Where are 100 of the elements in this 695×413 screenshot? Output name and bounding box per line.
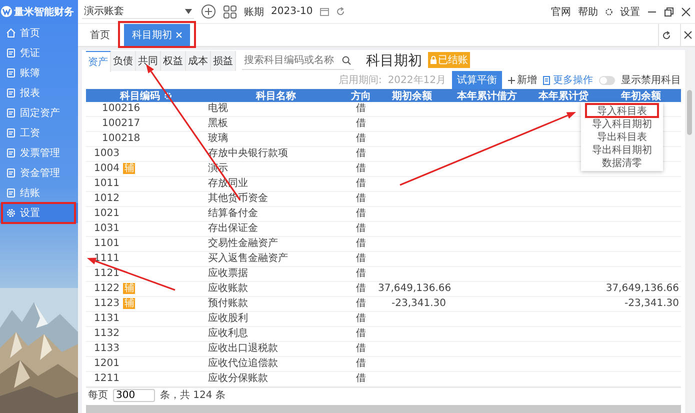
horizontal-scrollbar[interactable] <box>86 405 681 413</box>
table-cell-text: 1031 <box>93 222 120 236</box>
refresh-icon[interactable] <box>662 30 671 40</box>
column-header: 科目名称 <box>254 90 297 103</box>
table-cell-text: 借 <box>355 356 367 371</box>
page-tab[interactable]: 首页 <box>82 24 118 46</box>
table-cell-text: 借 <box>355 326 367 341</box>
table-cell-text: 1101 <box>93 236 120 251</box>
table-cell-text: 借 <box>355 252 367 266</box>
search-icon[interactable] <box>342 56 351 66</box>
search-field[interactable]: 搜索科目编码或名称 <box>242 52 354 70</box>
table-cell-text: 借 <box>355 192 367 206</box>
category-tab[interactable]: 权益 <box>161 50 186 71</box>
plus-icon <box>508 76 515 84</box>
table-cell-text: 100217 <box>101 116 142 131</box>
table-cell-text: 借 <box>355 342 367 356</box>
table-cell-text: 应收利息 <box>207 326 249 341</box>
table-cell-text: 1201 <box>93 356 120 371</box>
table-cell-text: 100218 <box>101 132 142 146</box>
calendar-icon[interactable] <box>320 7 329 16</box>
table-cell-text: 黑板 <box>207 116 229 131</box>
page-tab[interactable]: 科目期初 <box>124 24 190 46</box>
table-cell-text: 借 <box>355 296 367 311</box>
category-tab[interactable]: 共同 <box>136 50 161 71</box>
document-icon <box>6 108 16 118</box>
table-cell-text: 应收出口退税款 <box>207 342 279 356</box>
table-cell-text: 1111 <box>93 252 120 266</box>
grid-icon[interactable] <box>223 4 237 18</box>
table-cell-text: 借 <box>355 116 367 131</box>
table-cell-text: 交易性金融资产 <box>207 236 279 251</box>
menu-item[interactable]: 导出科目期初 <box>581 143 663 156</box>
table-cell-text: 借 <box>355 146 367 161</box>
add-button[interactable]: 新增 <box>508 73 537 88</box>
toggle-switch[interactable] <box>599 76 615 85</box>
table-cell-text: 1131 <box>93 312 120 326</box>
page-size-field[interactable]: 300 <box>113 388 155 402</box>
status-text: 已结账 <box>438 54 468 67</box>
table-cell-text: 1012 <box>93 192 120 206</box>
table-cell-text: 37,649,136.66 <box>604 282 680 296</box>
document-icon <box>6 88 16 98</box>
document-icon <box>6 168 16 178</box>
table-cell-text: 玻璃 <box>207 132 229 146</box>
more-actions-button[interactable]: 更多操作 <box>543 73 593 88</box>
table-cell-text: 借 <box>355 372 367 386</box>
table-cell-text: 借 <box>355 282 367 296</box>
table-cell-text: 1003 <box>93 146 120 161</box>
close-icon[interactable] <box>681 6 691 16</box>
table-cell-text: 1211 <box>93 372 120 386</box>
column-header: 期初余额 <box>391 89 433 103</box>
table-cell-text: 应收代位追偿款 <box>207 356 279 371</box>
table-cell-text: 借 <box>355 222 367 236</box>
add-circle-icon[interactable] <box>201 4 216 19</box>
period-value: 2022年12月 <box>388 74 446 88</box>
menu-item[interactable]: 数据清零 <box>581 156 663 169</box>
table-cell-text: 结算备付金 <box>207 206 259 221</box>
toggle-label: 显示禁用科目 <box>621 74 681 88</box>
gear-icon <box>6 208 16 218</box>
category-tab[interactable]: 负债 <box>111 50 136 71</box>
table-cell-text: 借 <box>355 236 367 251</box>
trial-balance-button[interactable]: 试算平衡 <box>452 71 502 90</box>
menu-item[interactable]: 导入科目表 <box>581 104 663 117</box>
restore-icon[interactable] <box>664 6 674 16</box>
pager-total: 条，共 124 条 <box>160 388 226 402</box>
menu-item[interactable]: 导出科目表 <box>581 130 663 143</box>
table-cell-text: 应收股利 <box>207 312 249 326</box>
column-header: 科目编码 <box>120 90 160 103</box>
close-icon[interactable] <box>684 31 692 39</box>
column-header: 本年累计贷 <box>537 90 590 103</box>
column-header: 年初余额 <box>620 89 662 103</box>
category-tab[interactable]: 资产 <box>86 50 111 72</box>
document-icon <box>6 148 16 158</box>
table-cell-text: 应收分保账款 <box>207 372 269 386</box>
account-dropdown[interactable]: 演示账套 <box>82 4 194 19</box>
table-cell-text: 100216 <box>101 102 142 116</box>
gear-icon[interactable] <box>605 8 613 16</box>
document-icon <box>6 128 16 138</box>
table-cell-text: 应收账款 <box>207 282 249 296</box>
table-cell-text: 电视 <box>207 102 229 116</box>
tag-badge: 辅 <box>123 163 136 174</box>
document-icon <box>6 48 16 58</box>
pager-label: 每页 <box>88 389 108 402</box>
table-cell-text: 37,649,136.66 <box>377 282 448 296</box>
top-link[interactable]: 设置 <box>620 4 640 18</box>
column-header: 本年累计借方 <box>456 89 518 103</box>
table-cell-text: 1132 <box>93 326 120 341</box>
table-cell-text: 1121 <box>93 266 120 281</box>
top-link[interactable]: 帮助 <box>578 4 598 18</box>
table-cell-text: 存出保证金 <box>207 222 259 236</box>
period-label: 启用期间: <box>338 74 382 88</box>
document-icon <box>6 188 16 198</box>
top-link[interactable]: 官网 <box>551 4 571 18</box>
table-cell-text: 存放同业 <box>207 176 249 191</box>
page-title: 科目期初 <box>366 52 422 70</box>
category-tab[interactable]: 损益 <box>211 50 236 71</box>
menu-item[interactable]: 导入科目期初 <box>581 117 663 130</box>
period-value[interactable]: 2023-10 <box>271 6 313 17</box>
lock-icon <box>430 56 437 64</box>
table-cell-text: 买入返售金融资产 <box>207 252 289 266</box>
table-cell-text: 预付账款 <box>207 296 249 311</box>
category-tab[interactable]: 成本 <box>186 50 211 71</box>
